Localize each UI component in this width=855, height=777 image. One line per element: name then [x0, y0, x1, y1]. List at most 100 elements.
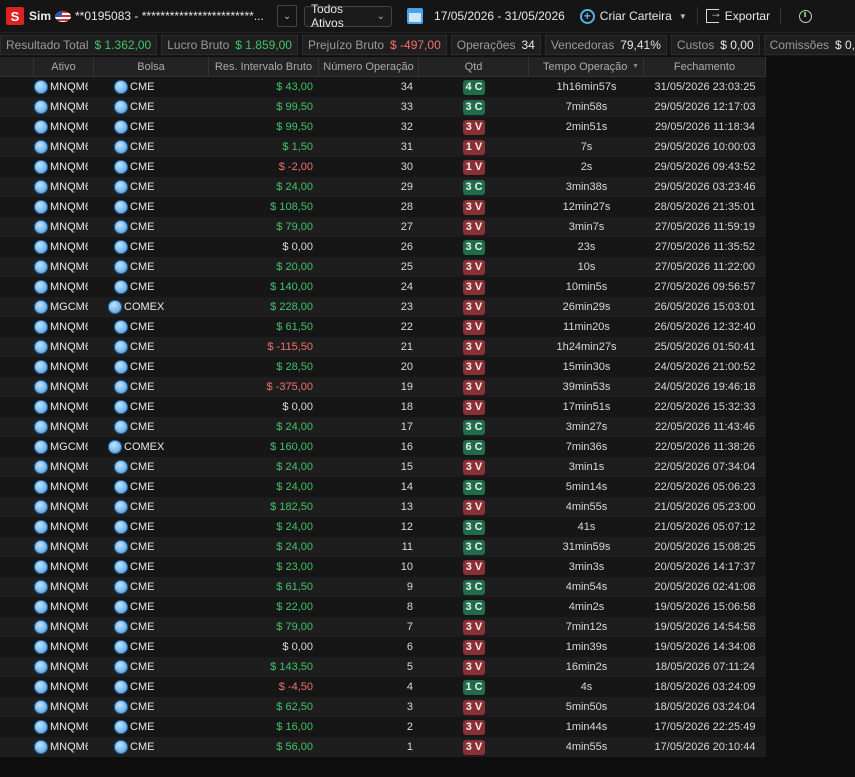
- table-row[interactable]: MNQM6 CME $ -375,00 19 3 V 39min53s 24/05/2026…: [0, 377, 766, 397]
- table-row[interactable]: MNQM6 CME $ 24,00 29 3 C 3min38s 29/05/2026 03…: [0, 177, 766, 197]
- cell-num: 27: [400, 221, 413, 233]
- cell-num: 21: [400, 341, 413, 353]
- table-row[interactable]: MNQM6 CME $ 182,50 13 3 V 4min55s 21/05/2026 0…: [0, 497, 766, 517]
- globe-icon: [114, 280, 128, 294]
- header-tempo[interactable]: Tempo Operação ▼: [529, 57, 644, 76]
- cell-res: $ 24,00: [276, 421, 313, 433]
- ativo-text: MNQM6: [50, 461, 88, 473]
- table-row[interactable]: MNQM6 CME $ 61,50 9 3 C 4min54s 20/05/2026 02:…: [0, 577, 766, 597]
- header-ativo[interactable]: Ativo: [34, 57, 94, 76]
- table-row[interactable]: MNQM6 CME $ 20,00 25 3 V 10s 27/05/2026 11:22:…: [0, 257, 766, 277]
- table-row[interactable]: MNQM6 CME $ 24,00 17 3 C 3min27s 22/05/2026 11…: [0, 417, 766, 437]
- table-row[interactable]: MNQM6 CME $ 108,50 28 3 V 12min27s 28/05/2026 …: [0, 197, 766, 217]
- ativo-text: MNQM6: [50, 201, 88, 213]
- asset-filter-select[interactable]: Todos Ativos ⌄: [304, 2, 393, 30]
- cell-qtd: 3 V: [419, 319, 529, 335]
- cell-fechamento: 31/05/2026 23:03:25: [654, 81, 756, 93]
- table-row[interactable]: MNQM6 CME $ 79,00 27 3 V 3min7s 27/05/2026 11:…: [0, 217, 766, 237]
- globe-icon: [114, 220, 128, 234]
- header-fechamento[interactable]: Fechamento: [644, 57, 766, 76]
- sort-caret-icon[interactable]: ▼: [632, 63, 639, 70]
- create-portfolio-button[interactable]: + Criar Carteira ▼: [579, 8, 687, 24]
- ativo-text: MNQM6: [50, 261, 88, 273]
- cell-qtd: 3 V: [419, 399, 529, 415]
- qtd-badge: 3 V: [463, 719, 485, 735]
- caret-down-icon[interactable]: ▼: [679, 12, 687, 21]
- table-row[interactable]: MNQM6 CME $ 24,00 15 3 V 3min1s 22/05/2026 07:…: [0, 457, 766, 477]
- bolsa-text: CME: [130, 201, 155, 213]
- bolsa-text: CME: [130, 741, 155, 753]
- calendar-icon[interactable]: [407, 8, 424, 24]
- table-row[interactable]: MNQM6 CME $ 79,00 7 3 V 7min12s 19/05/2026 14:…: [0, 617, 766, 637]
- cell-fechamento: 19/05/2026 15:06:58: [654, 601, 756, 613]
- table-row[interactable]: MNQM6 CME $ -2,00 30 1 V 2s 29/05/2026 09:43:5…: [0, 157, 766, 177]
- table-row[interactable]: MGCM6 COMEX $ 228,00 23 3 V 26min29s 26/05/202…: [0, 297, 766, 317]
- table-row[interactable]: MNQM6 CME $ -115,50 21 3 V 1h24min27s 25/05/20…: [0, 337, 766, 357]
- cell-res: $ 61,50: [276, 581, 313, 593]
- export-button[interactable]: Exportar: [705, 6, 770, 23]
- header-res[interactable]: Res. Intervalo Bruto: [209, 57, 319, 76]
- qtd-badge: 1 V: [463, 139, 485, 155]
- cell-ativo: MNQM6: [34, 540, 94, 554]
- globe-icon: [114, 680, 128, 694]
- globe-icon: [114, 180, 128, 194]
- table-row[interactable]: MNQM6 CME $ 61,50 22 3 V 11min20s 26/05/2026 1…: [0, 317, 766, 337]
- stopwatch-icon[interactable]: [799, 9, 813, 23]
- bolsa-text: COMEX: [124, 441, 165, 453]
- ativo-text: MNQM6: [50, 241, 88, 253]
- table-row[interactable]: MGCM6 COMEX $ 160,00 16 6 C 7min36s 22/05/2026…: [0, 437, 766, 457]
- table-row[interactable]: MNQM6 CME $ 43,00 34 4 C 1h16min57s 31/05/2026…: [0, 77, 766, 97]
- cell-ativo: MGCM6: [34, 300, 94, 314]
- header-num[interactable]: Número Operação: [319, 57, 419, 76]
- table-row[interactable]: MNQM6 CME $ 1,50 31 1 V 7s 29/05/2026 10:00:03: [0, 137, 766, 157]
- header-bolsa[interactable]: Bolsa: [94, 57, 209, 76]
- cell-res: $ 24,00: [276, 181, 313, 193]
- globe-icon: [114, 240, 128, 254]
- header-qtd[interactable]: Qtd: [419, 57, 529, 76]
- cell-bolsa: CME: [94, 580, 209, 594]
- table-row[interactable]: MNQM6 CME $ 0,00 18 3 V 17min51s 22/05/2026 15…: [0, 397, 766, 417]
- table-row[interactable]: MNQM6 CME $ -4,50 4 1 C 4s 18/05/2026 03:24:09: [0, 677, 766, 697]
- table-row[interactable]: MNQM6 CME $ 24,00 14 3 C 5min14s 22/05/2026 05…: [0, 477, 766, 497]
- bolsa-text: CME: [130, 181, 155, 193]
- globe-icon: [34, 720, 48, 734]
- table-row[interactable]: MNQM6 CME $ 16,00 2 3 V 1min44s 17/05/2026 22:…: [0, 717, 766, 737]
- table-row[interactable]: MNQM6 CME $ 99,50 32 3 V 2min51s 29/05/2026 11…: [0, 117, 766, 137]
- chevron-down-icon: ⌄: [376, 10, 386, 22]
- table-row[interactable]: MNQM6 CME $ 0,00 6 3 V 1min39s 19/05/2026 14:3…: [0, 637, 766, 657]
- globe-icon: [34, 80, 48, 94]
- table-row[interactable]: MNQM6 CME $ 62,50 3 3 V 5min50s 18/05/2026 03:…: [0, 697, 766, 717]
- cell-num: 11: [401, 541, 413, 553]
- cell-fechamento: 18/05/2026 03:24:09: [654, 681, 756, 693]
- cell-fechamento: 20/05/2026 02:41:08: [654, 581, 756, 593]
- table-row[interactable]: MNQM6 CME $ 56,00 1 3 V 4min55s 17/05/2026 20:…: [0, 737, 766, 757]
- cell-res: $ 24,00: [276, 521, 313, 533]
- table-row[interactable]: MNQM6 CME $ 0,00 26 3 C 23s 27/05/2026 11:35:5…: [0, 237, 766, 257]
- cell-qtd: 3 V: [419, 299, 529, 315]
- bolsa-text: CME: [130, 541, 155, 553]
- cell-fechamento: 25/05/2026 01:50:41: [654, 341, 756, 353]
- table-row[interactable]: MNQM6 CME $ 28,50 20 3 V 15min30s 24/05/2026 2…: [0, 357, 766, 377]
- bolsa-text: CME: [130, 161, 155, 173]
- account-dropdown-button[interactable]: ⌄: [277, 5, 298, 27]
- cell-bolsa: CME: [94, 260, 209, 274]
- cell-qtd: 3 C: [419, 179, 529, 195]
- summary-stat-value: $ 0,00: [835, 37, 855, 52]
- ativo-text: MNQM6: [50, 361, 88, 373]
- summary-stat-value: $ 1.362,00: [94, 37, 152, 52]
- table-row[interactable]: MNQM6 CME $ 99,50 33 3 C 7min58s 29/05/2026 12…: [0, 97, 766, 117]
- summary-stat-label: Comissões: [769, 37, 829, 52]
- date-range[interactable]: 17/05/2026 - 31/05/2026: [434, 9, 565, 23]
- cell-qtd: 1 V: [419, 159, 529, 175]
- summary-stat-value: $ -497,00: [390, 37, 441, 52]
- account-number[interactable]: **0195083 - ************************...: [75, 9, 275, 23]
- qtd-badge: 3 C: [463, 579, 485, 595]
- table-row[interactable]: MNQM6 CME $ 24,00 11 3 C 31min59s 20/05/2026 1…: [0, 537, 766, 557]
- table-row[interactable]: MNQM6 CME $ 23,00 10 3 V 3min3s 20/05/2026 14:…: [0, 557, 766, 577]
- table-row[interactable]: MNQM6 CME $ 22,00 8 3 C 4min2s 19/05/2026 15:0…: [0, 597, 766, 617]
- globe-icon: [34, 100, 48, 114]
- table-row[interactable]: MNQM6 CME $ 143,50 5 3 V 16min2s 18/05/2026 07…: [0, 657, 766, 677]
- ativo-text: MGCM6: [50, 441, 88, 453]
- table-row[interactable]: MNQM6 CME $ 24,00 12 3 C 41s 21/05/2026 05:07:…: [0, 517, 766, 537]
- table-row[interactable]: MNQM6 CME $ 140,00 24 3 V 10min5s 27/05/2026 0…: [0, 277, 766, 297]
